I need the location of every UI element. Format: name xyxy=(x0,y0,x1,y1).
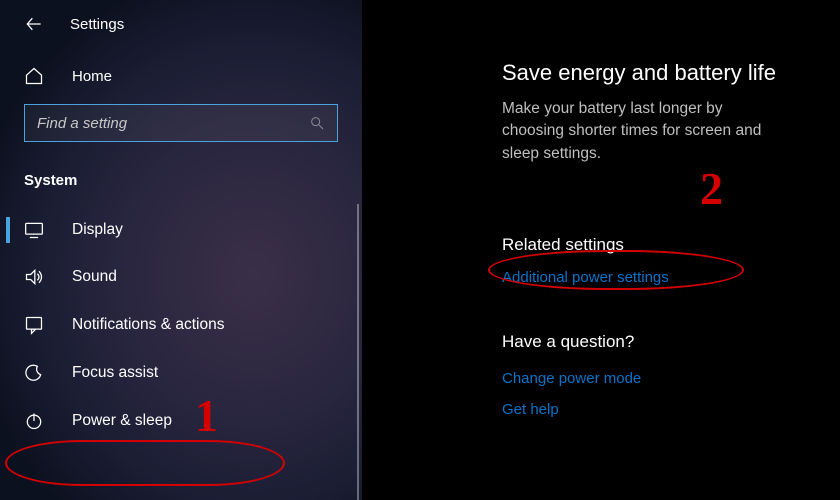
sidebar-category: System xyxy=(0,156,362,197)
sidebar-item-display[interactable]: Display xyxy=(0,207,362,253)
related-settings-heading: Related settings xyxy=(502,235,780,255)
search-icon xyxy=(309,115,325,131)
have-a-question-heading: Have a question? xyxy=(502,332,780,352)
sidebar-item-label: Display xyxy=(72,221,123,239)
search-placeholder: Find a setting xyxy=(37,115,127,132)
sidebar-nav: Display Sound xyxy=(0,207,362,445)
app-root: Settings Home Find a setting Sy xyxy=(0,0,840,500)
sidebar-home-label: Home xyxy=(72,68,112,85)
titlebar-title: Settings xyxy=(70,16,124,33)
sidebar-item-label: Focus assist xyxy=(72,364,158,382)
sidebar-item-label: Notifications & actions xyxy=(72,316,225,334)
save-energy-text: Make your battery last longer by choosin… xyxy=(502,98,780,165)
annotation-number-2: 2 xyxy=(700,162,723,215)
sidebar-item-focus-assist[interactable]: Focus assist xyxy=(0,349,362,397)
sidebar-item-label: Sound xyxy=(72,268,117,286)
additional-power-settings-link[interactable]: Additional power settings xyxy=(502,269,780,286)
sidebar-item-notifications[interactable]: Notifications & actions xyxy=(0,301,362,349)
sound-icon xyxy=(24,267,44,287)
sidebar-item-power-sleep[interactable]: Power & sleep xyxy=(0,397,362,445)
focus-assist-icon xyxy=(24,363,44,383)
display-icon xyxy=(24,221,44,239)
sidebar-item-sound[interactable]: Sound xyxy=(0,253,362,301)
change-power-mode-link[interactable]: Change power mode xyxy=(502,370,780,387)
active-indicator xyxy=(6,217,10,243)
back-button[interactable] xyxy=(24,14,44,34)
scrollbar[interactable] xyxy=(357,204,359,500)
search-input[interactable]: Find a setting xyxy=(24,104,338,142)
main-content: Save energy and battery life Make your b… xyxy=(362,0,840,500)
get-help-link[interactable]: Get help xyxy=(502,401,780,418)
settings-sidebar: Settings Home Find a setting Sy xyxy=(0,0,362,500)
save-energy-heading: Save energy and battery life xyxy=(502,60,780,86)
search-wrap: Find a setting xyxy=(0,104,362,156)
power-icon xyxy=(24,411,44,431)
titlebar: Settings xyxy=(0,14,362,56)
annotation-circle-1 xyxy=(5,440,285,486)
notifications-icon xyxy=(24,315,44,335)
home-icon xyxy=(24,66,44,86)
sidebar-item-label: Power & sleep xyxy=(72,412,172,430)
sidebar-home[interactable]: Home xyxy=(0,56,362,104)
